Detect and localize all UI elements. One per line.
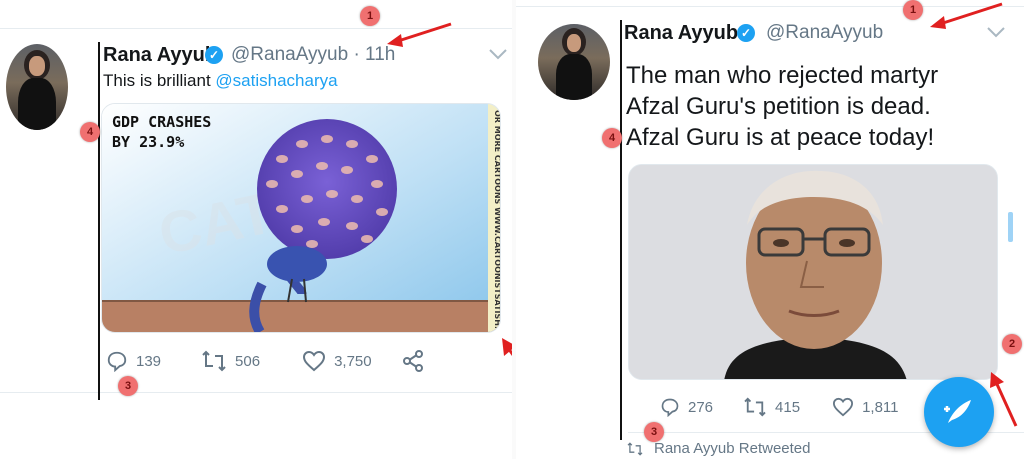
- compose-button[interactable]: [924, 377, 994, 447]
- mention-link[interactable]: @satishacharya: [215, 71, 337, 90]
- annotation-badge-1: 1: [360, 6, 380, 26]
- annotation-vertical-line: [98, 42, 100, 400]
- cartoon-headline-line2: BY 23.9%: [112, 133, 185, 151]
- reply-button[interactable]: 139: [106, 350, 161, 372]
- annotation-vertical-line: [620, 20, 622, 440]
- avatar[interactable]: [6, 44, 68, 130]
- reply-icon: [107, 351, 127, 372]
- handle[interactable]: @RanaAyyub: [766, 22, 883, 44]
- compose-icon: [944, 400, 971, 423]
- tweet-text-line3: Afzal Guru is at peace today!: [626, 124, 935, 151]
- arrow-icon: [990, 372, 1018, 427]
- author-name[interactable]: Rana Ayyub: [624, 22, 738, 45]
- annotation-badge-4: 4: [80, 122, 100, 142]
- like-count: 1,811: [862, 398, 899, 416]
- verified-icon: ✓: [205, 46, 223, 64]
- like-count: 3,750: [334, 352, 372, 370]
- tweet-text-line2: Afzal Guru's petition is dead.: [626, 93, 931, 120]
- tweet-image-portrait[interactable]: [628, 164, 998, 380]
- reply-count: 276: [688, 398, 714, 416]
- avatar[interactable]: [538, 24, 610, 100]
- tweet-actions: 276 415 1,811: [660, 397, 899, 417]
- tweet-text-line1: The man who rejected martyr: [626, 62, 939, 89]
- retweet-count: 415: [775, 398, 801, 416]
- arrow-icon: [387, 22, 452, 47]
- retweet-icon: [202, 350, 226, 372]
- like-button[interactable]: 1,811: [832, 397, 899, 417]
- retweeted-label: Rana Ayyub Retweeted: [654, 440, 811, 457]
- bottom-divider: [0, 392, 512, 393]
- reply-count: 139: [136, 352, 162, 370]
- share-button[interactable]: [402, 350, 424, 372]
- cartoon-headline: GDP CRASHES BY 23.9%: [112, 112, 211, 152]
- verified-icon: ✓: [737, 24, 755, 42]
- chevron-down-icon[interactable]: [488, 44, 508, 65]
- arrow-icon: [930, 2, 1003, 29]
- author-name[interactable]: Rana Ayyub: [103, 44, 217, 67]
- scrollbar[interactable]: [1008, 212, 1013, 242]
- retweet-button[interactable]: 415: [743, 397, 800, 417]
- reply-icon: [661, 398, 679, 417]
- retweet-icon: [744, 397, 766, 417]
- annotation-badge-1: 1: [903, 0, 923, 20]
- annotation-badge-3: 3: [644, 422, 664, 442]
- reply-button[interactable]: 276: [660, 397, 713, 417]
- tweet-image-cartoon[interactable]: CATYA GDP CRASHES BY 23.9% OR MORE CARTO…: [101, 103, 501, 333]
- retweet-icon: [627, 442, 643, 456]
- left-tweet-panel: Rana Ayyub ✓ @RanaAyyub · 11h This is br…: [0, 0, 512, 459]
- cartoon-side-text: OR MORE CARTOONS WWW.CARTOONISTSATISH.: [493, 110, 501, 328]
- like-icon: [303, 350, 326, 372]
- right-tweet-panel: Rana Ayyub ✓ @RanaAyyub The man who reje…: [516, 0, 1024, 459]
- tweet-actions: 139 506 3,750: [106, 350, 424, 372]
- tweet-text-plain: This is brilliant: [103, 71, 216, 90]
- handle-time[interactable]: @RanaAyyub · 11h: [231, 44, 395, 66]
- tweet-text: This is brilliant @satishacharya: [103, 71, 338, 91]
- tweet-text: The man who rejected martyr Afzal Guru's…: [626, 60, 938, 153]
- cartoon-headline-line1: GDP CRASHES: [112, 113, 212, 131]
- retweet-button[interactable]: 506: [201, 350, 260, 372]
- annotation-badge-2: 2: [1002, 334, 1022, 354]
- like-icon: [833, 397, 854, 417]
- annotation-badge-4: 4: [602, 128, 622, 148]
- like-button[interactable]: 3,750: [302, 350, 372, 372]
- share-icon: [402, 350, 423, 372]
- retweeted-line: Rana Ayyub Retweeted: [626, 440, 811, 457]
- annotation-badge-3: 3: [118, 376, 138, 396]
- retweet-count: 506: [235, 352, 261, 370]
